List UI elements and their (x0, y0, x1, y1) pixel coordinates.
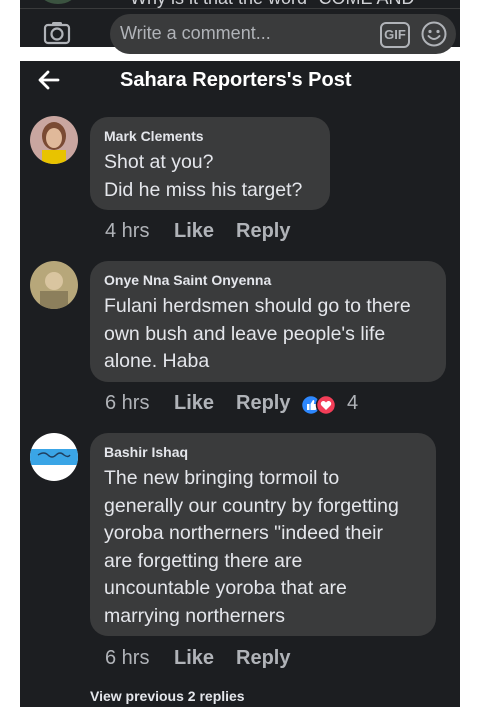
comment-line: generally our country by forgetting (104, 494, 399, 517)
comment-line: Shot at you? (104, 151, 214, 173)
comment-text: Fulani herdsmen should go to there own b… (104, 293, 411, 376)
page-title: Sahara Reporters's Post (120, 69, 352, 91)
comment-line: uncountable yoroba that are (104, 577, 347, 599)
avatar[interactable] (30, 433, 78, 481)
comment-bubble: Mark Clements Shot at you? Did he miss h… (90, 117, 330, 210)
comment-line: alone. Haba (104, 350, 210, 372)
comment-line: yoroba northerners "indeed their (104, 522, 384, 544)
camera-icon[interactable] (42, 18, 72, 48)
comment-line: The new bringing tormoil to (104, 467, 340, 489)
reply-button[interactable]: Reply (236, 220, 290, 243)
replies-panel: Sahara Reporters's Post Mark Clements Sh… (20, 61, 460, 707)
reactions-icon[interactable] (301, 394, 341, 416)
comment-actions: 6 hrs Like Reply 4 (105, 392, 405, 420)
avatar[interactable] (30, 261, 78, 309)
comment-time: 6 hrs (105, 647, 150, 669)
comment-author[interactable]: Bashir Ishaq (104, 444, 188, 460)
comment-time: 4 hrs (105, 220, 150, 242)
like-button[interactable]: Like (174, 392, 214, 415)
comment-input-placeholder: Write a comment... (120, 23, 271, 43)
like-button[interactable]: Like (174, 647, 214, 670)
comment-text: The new bringing tormoil to generally ou… (104, 465, 399, 630)
comment-line: marrying northerners (104, 604, 285, 627)
previous-comment-avatar (40, 0, 76, 4)
view-previous-replies-link[interactable]: View previous 2 replies (90, 688, 245, 704)
comment-composer-bar: Why is it that the word "COME AND Write … (20, 0, 460, 54)
gif-button[interactable]: GIF (380, 22, 410, 48)
comment-bubble: Bashir Ishaq The new bringing tormoil to… (90, 433, 436, 636)
comment-line: are forgetting there are (104, 549, 303, 572)
comment-author[interactable]: Onye Nna Saint Onyenna (104, 272, 271, 288)
comment-line: Did he miss his target? (104, 178, 303, 201)
reaction-count[interactable]: 4 (347, 392, 358, 415)
back-arrow-icon[interactable] (36, 67, 62, 93)
comment-line: Fulani herdsmen should go to there (104, 295, 411, 317)
like-button[interactable]: Like (174, 220, 214, 243)
post-header: Sahara Reporters's Post (20, 61, 460, 101)
comment-input[interactable]: Write a comment... GIF (110, 14, 456, 54)
comment-author[interactable]: Mark Clements (104, 128, 204, 144)
comment-text: Shot at you? Did he miss his target? (104, 149, 302, 204)
reply-button[interactable]: Reply (236, 647, 290, 670)
comment-bubble: Onye Nna Saint Onyenna Fulani herdsmen s… (90, 261, 446, 382)
emoji-icon[interactable] (420, 20, 448, 48)
avatar[interactable] (30, 116, 78, 164)
comment-line: own bush and leave people's life (104, 322, 386, 345)
reply-button[interactable]: Reply (236, 392, 290, 415)
divider (20, 8, 460, 9)
comment-time: 6 hrs (105, 392, 150, 414)
